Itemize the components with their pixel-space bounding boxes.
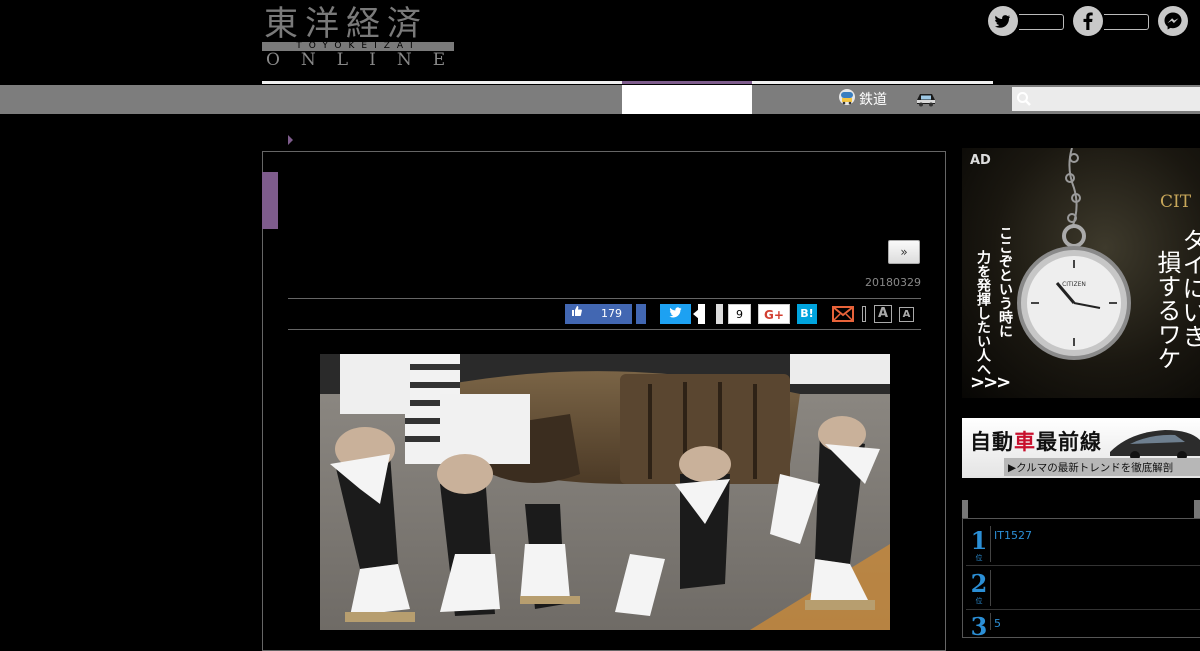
pocket-count: 9	[728, 304, 751, 324]
rank-number: 2	[970, 569, 988, 598]
hatena-bookmark-button[interactable]: B!	[797, 304, 817, 324]
ad-copy-line-2: タイにいき	[1178, 228, 1200, 348]
twitter-icon[interactable]	[988, 6, 1018, 36]
nav-item-railway-label: 鉄道	[859, 92, 887, 108]
article-photo	[320, 354, 890, 630]
logo-online: ONLINE	[266, 50, 467, 70]
car-banner-title-red: 車	[1014, 430, 1036, 454]
ranking-item-link[interactable]: 5	[994, 617, 1001, 630]
train-icon	[838, 88, 856, 110]
google-plus-button[interactable]: G+	[758, 304, 790, 324]
facebook-share-button[interactable]	[636, 304, 646, 324]
article-date: 20180329	[865, 276, 921, 289]
rank-number: 3	[970, 612, 988, 641]
ad-brand: CIT	[1160, 192, 1192, 212]
title-accent-bar	[262, 172, 278, 229]
car-banner-title: 自動車最前線	[970, 426, 1102, 456]
logo-kanji[interactable]: 東洋経済	[264, 4, 428, 44]
ranking-header-right	[1194, 500, 1200, 518]
share-bar-top-rule	[288, 298, 921, 299]
twitter-share-button[interactable]	[660, 304, 691, 324]
font-size-small-button[interactable]: A	[899, 307, 914, 322]
nav-active-indicator	[622, 81, 752, 84]
search-icon[interactable]	[1016, 91, 1032, 111]
ad-text-vertical-1: 力を発揮したい人へ	[975, 250, 991, 376]
rank-divider	[990, 570, 991, 606]
nav-item-railway[interactable]: 鉄道	[838, 88, 887, 110]
facebook-count	[1104, 14, 1149, 30]
car-banner-subtitle: ▶クルマの最新トレンドを徹底解剖	[1008, 462, 1174, 474]
nav-tab-active[interactable]	[622, 85, 752, 114]
twitter-bird-icon	[669, 307, 682, 318]
mail-icon[interactable]	[832, 306, 854, 322]
rank-number: 1	[970, 526, 988, 555]
breadcrumb-arrow	[288, 135, 293, 145]
twitter-count	[1019, 14, 1064, 30]
rank-suffix: 位	[975, 554, 983, 562]
ad-copy-line-1: 損するワケ	[1153, 250, 1181, 370]
ad-label: AD	[970, 153, 991, 168]
pocket-button[interactable]	[716, 304, 723, 324]
rank-suffix: 位	[975, 597, 983, 605]
thumbs-up-icon	[571, 304, 583, 324]
search-input[interactable]	[1012, 87, 1200, 111]
font-size-large-button[interactable]: A	[874, 305, 892, 323]
rank-divider	[990, 526, 991, 562]
print-button[interactable]	[862, 306, 866, 322]
ranking-header-left	[962, 500, 968, 518]
facebook-icon[interactable]	[1073, 6, 1103, 36]
share-bar-bottom-rule	[288, 329, 921, 330]
car-banner-title-post: 最前線	[1036, 430, 1102, 454]
rank-separator	[966, 565, 1200, 566]
rank-separator	[966, 609, 1200, 610]
messenger-icon[interactable]	[1158, 6, 1188, 36]
ad-text-vertical-2: ここぞという時に	[997, 226, 1013, 338]
ranking-item-link[interactable]: IT1527	[994, 529, 1032, 542]
car-icon[interactable]	[914, 90, 938, 112]
next-page-button[interactable]: »	[888, 240, 920, 264]
svg-text:CITIZEN: CITIZEN	[1062, 281, 1086, 288]
twitter-count-box	[698, 304, 705, 324]
rank-divider	[990, 613, 991, 630]
facebook-like-button[interactable]: 179	[565, 304, 632, 324]
ad-arrows: >>>	[970, 372, 1011, 393]
car-banner-title-pre: 自動	[970, 430, 1014, 454]
facebook-count: 179	[601, 307, 622, 320]
